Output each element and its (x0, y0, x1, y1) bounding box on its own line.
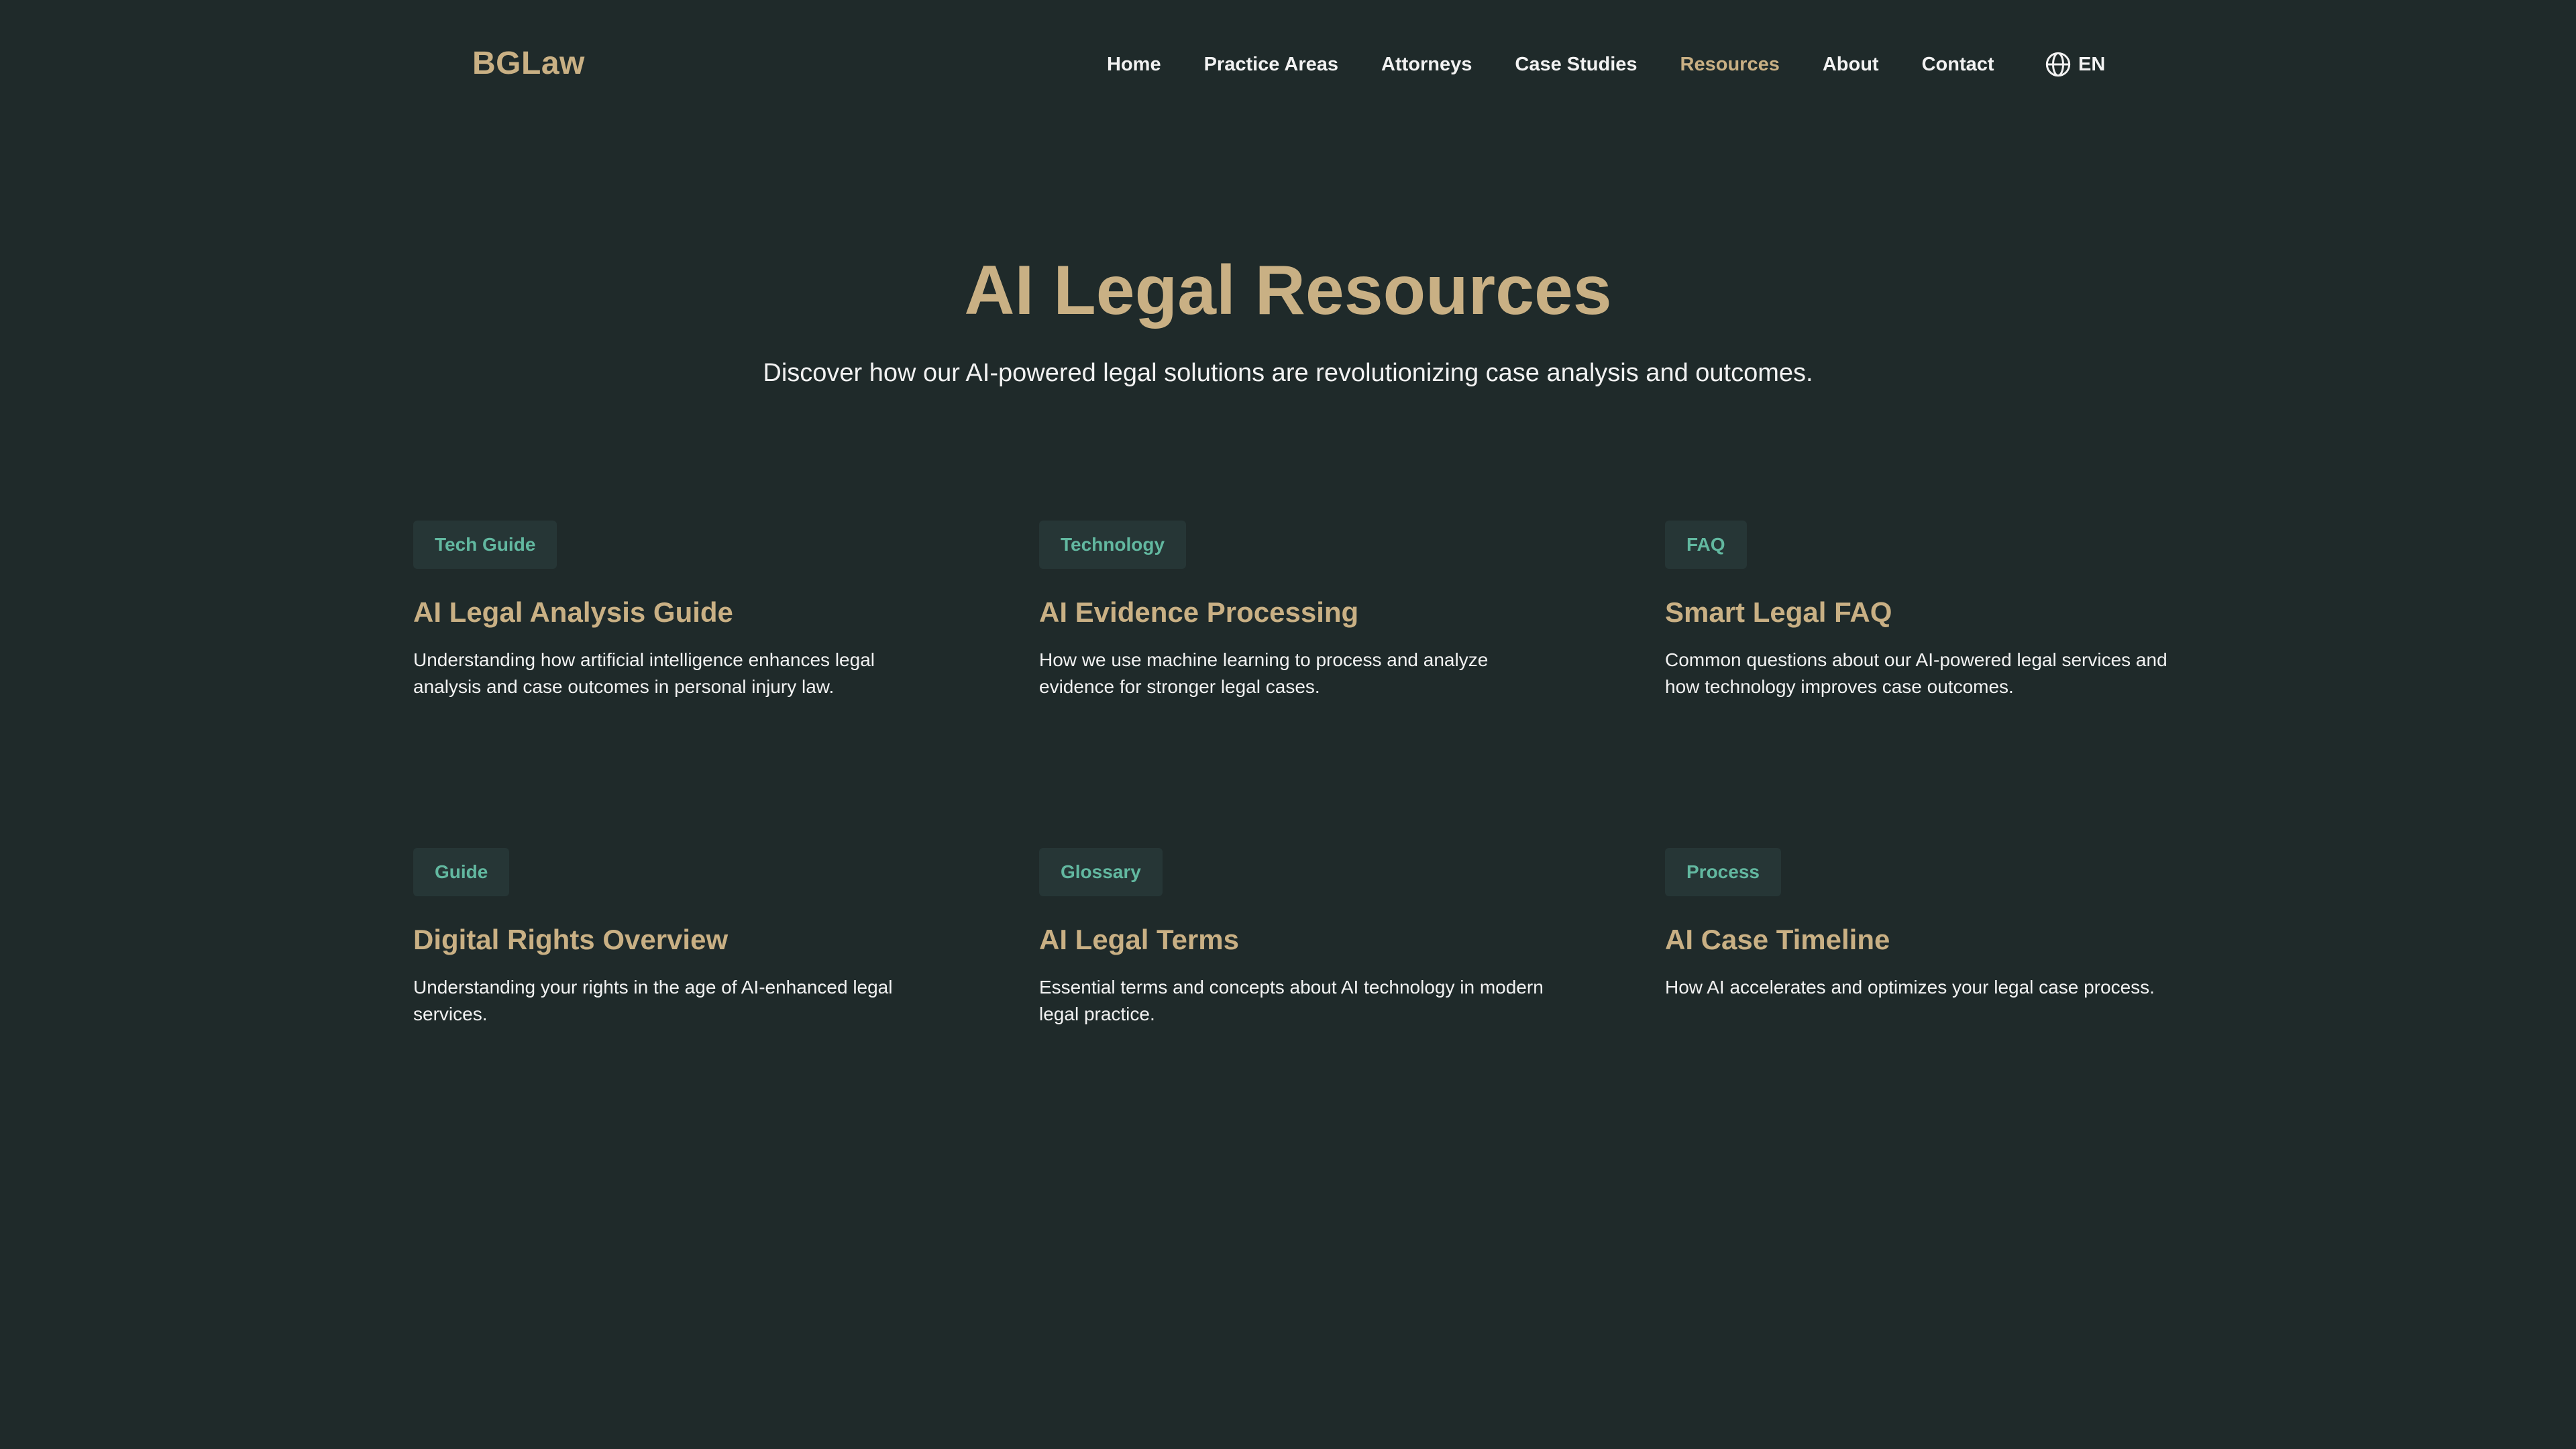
nav-link-resources[interactable]: Resources (1680, 50, 1780, 79)
resource-card-ai-case-timeline[interactable]: Process AI Case Timeline How AI accelera… (1665, 848, 2175, 1175)
resource-description: How AI accelerates and optimizes your le… (1665, 977, 2155, 998)
resource-description: Common questions about our AI-powered le… (1665, 649, 2167, 697)
main-nav: Home Practice Areas Attorneys Case Studi… (1107, 50, 1994, 79)
nav-link-home[interactable]: Home (1107, 50, 1161, 79)
page-subtitle: Discover how our AI-powered legal soluti… (763, 359, 1813, 387)
language-selector[interactable]: EN (2045, 50, 2105, 79)
resource-title[interactable]: Smart Legal FAQ (1665, 593, 2175, 632)
globe-icon (2045, 51, 2072, 78)
language-label: EN (2078, 54, 2106, 75)
nav-link-case-studies[interactable]: Case Studies (1515, 50, 1637, 79)
resource-title[interactable]: AI Legal Terms (1039, 920, 1549, 959)
resource-tag: Glossary (1039, 848, 1163, 896)
nav-link-practice-areas[interactable]: Practice Areas (1204, 50, 1338, 79)
resource-description: Understanding how artificial intelligenc… (413, 649, 875, 697)
nav-link-about[interactable]: About (1823, 50, 1879, 79)
resource-title[interactable]: AI Evidence Processing (1039, 593, 1549, 632)
resource-tag: Process (1665, 848, 1781, 896)
resource-description: How we use machine learning to process a… (1039, 649, 1489, 697)
nav-link-attorneys[interactable]: Attorneys (1381, 50, 1472, 79)
resource-card-smart-legal-faq[interactable]: FAQ Smart Legal FAQ Common questions abo… (1665, 521, 2175, 848)
resource-card-ai-legal-analysis-guide[interactable]: Tech Guide AI Legal Analysis Guide Under… (413, 521, 923, 848)
top-navbar: BGLaw Home Practice Areas Attorneys Case… (0, 0, 2576, 127)
resource-title[interactable]: AI Case Timeline (1665, 920, 2175, 959)
site-logo[interactable]: BGLaw (472, 42, 585, 86)
resources-grid: Tech Guide AI Legal Analysis Guide Under… (413, 521, 2171, 1175)
resource-description: Understanding your rights in the age of … (413, 977, 893, 1024)
resource-tag: FAQ (1665, 521, 1747, 569)
resource-card-digital-rights-overview[interactable]: Guide Digital Rights Overview Understand… (413, 848, 923, 1175)
nav-link-contact[interactable]: Contact (1922, 50, 1994, 79)
resource-card-ai-evidence-processing[interactable]: Technology AI Evidence Processing How we… (1039, 521, 1549, 848)
resource-description: Essential terms and concepts about AI te… (1039, 977, 1544, 1024)
page-title: AI Legal Resources (964, 252, 1612, 329)
resource-title[interactable]: Digital Rights Overview (413, 920, 923, 959)
resource-title[interactable]: AI Legal Analysis Guide (413, 593, 923, 632)
resource-tag: Guide (413, 848, 510, 896)
resource-card-ai-legal-terms[interactable]: Glossary AI Legal Terms Essential terms … (1039, 848, 1549, 1175)
resource-tag: Technology (1039, 521, 1187, 569)
resource-tag: Tech Guide (413, 521, 557, 569)
